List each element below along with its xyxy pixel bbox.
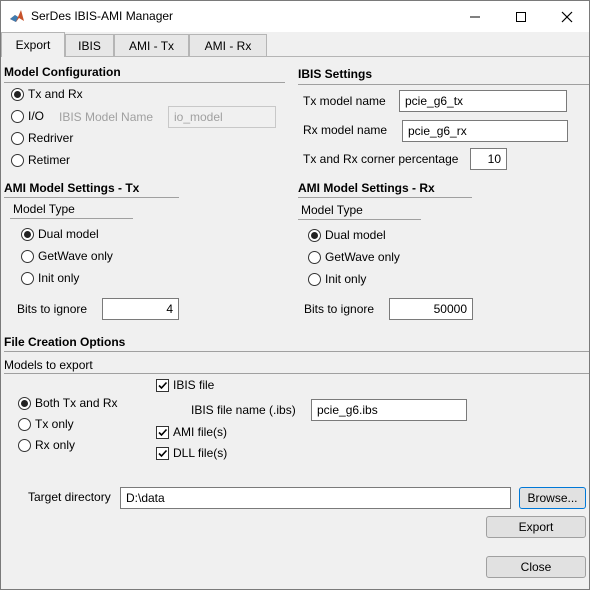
ami-rx-model-type-label: Model Type	[301, 203, 363, 217]
radio-io-label: I/O	[28, 109, 45, 123]
corner-percentage-label: Tx and Rx corner percentage	[303, 152, 459, 166]
ibis-file-label: IBIS file	[173, 378, 215, 392]
radio-retimer[interactable]	[11, 154, 24, 167]
radio-tx-and-rx[interactable]	[11, 88, 24, 101]
close-window-button[interactable]	[544, 1, 589, 32]
ibis-model-name-input[interactable]: io_model	[168, 106, 276, 128]
radio-retimer-label: Retimer	[28, 153, 71, 167]
radio-both-tx-and-rx-label: Both Tx and Rx	[35, 396, 118, 410]
divider	[10, 218, 133, 219]
checkmark-icon	[158, 449, 168, 458]
ami-tx-radio-getwave-only-label: GetWave only	[38, 249, 113, 263]
radio-rx-only-label: Rx only	[35, 438, 76, 452]
divider	[298, 197, 472, 198]
ibis-file-checkbox[interactable]	[156, 379, 169, 392]
ami-rx-radio-dual-model-label: Dual model	[325, 228, 386, 242]
ibis-model-name-label: IBIS Model Name	[59, 110, 154, 124]
tab-ami-rx[interactable]: AMI - Rx	[189, 34, 267, 56]
file-creation-title: File Creation Options	[4, 335, 126, 349]
dll-files-label: DLL file(s)	[173, 446, 228, 460]
tab-strip: Export IBIS AMI - Tx AMI - Rx	[1, 32, 589, 57]
checkmark-icon	[158, 428, 168, 437]
ami-rx-radio-getwave-only[interactable]	[308, 251, 321, 264]
minimize-icon	[470, 16, 480, 17]
rx-model-name-label: Rx model name	[303, 123, 388, 137]
maximize-button[interactable]	[498, 1, 544, 32]
ami-tx-model-type-label: Model Type	[13, 202, 75, 216]
models-to-export-label: Models to export	[4, 358, 93, 372]
ibis-file-name-input[interactable]: pcie_g6.ibs	[311, 399, 467, 421]
radio-redriver[interactable]	[11, 132, 24, 145]
ami-rx-radio-init-only[interactable]	[308, 273, 321, 286]
ami-tx-title: AMI Model Settings - Tx	[4, 181, 140, 195]
tab-export[interactable]: Export	[1, 32, 65, 57]
tx-model-name-label: Tx model name	[303, 94, 386, 108]
minimize-button[interactable]	[452, 1, 498, 32]
radio-io[interactable]	[11, 110, 24, 123]
dll-files-checkbox[interactable]	[156, 447, 169, 460]
model-configuration-title: Model Configuration	[4, 65, 121, 79]
divider	[4, 197, 179, 198]
ami-rx-bits-to-ignore-label: Bits to ignore	[304, 302, 375, 316]
divider	[4, 82, 285, 83]
matlab-app-icon	[10, 10, 24, 22]
ibis-file-name-label: IBIS file name (.ibs)	[191, 403, 296, 417]
checkmark-icon	[158, 381, 168, 390]
radio-both-tx-and-rx[interactable]	[18, 397, 31, 410]
ami-tx-radio-init-only[interactable]	[21, 272, 34, 285]
radio-tx-only[interactable]	[18, 418, 31, 431]
divider	[298, 84, 589, 85]
tab-ami-tx[interactable]: AMI - Tx	[114, 34, 189, 56]
ami-files-label: AMI file(s)	[173, 425, 227, 439]
radio-tx-only-label: Tx only	[35, 417, 74, 431]
corner-percentage-input[interactable]: 10	[470, 148, 507, 170]
ami-files-checkbox[interactable]	[156, 426, 169, 439]
ibis-ami-manager-window: SerDes IBIS-AMI Manager Export IBIS AMI …	[0, 0, 590, 590]
ami-rx-radio-dual-model[interactable]	[308, 229, 321, 242]
ami-tx-bits-to-ignore-input[interactable]: 4	[102, 298, 179, 320]
close-icon	[561, 11, 573, 22]
target-directory-input[interactable]: D:\data	[120, 487, 511, 509]
ami-rx-title: AMI Model Settings - Rx	[298, 181, 435, 195]
ami-tx-radio-dual-model-label: Dual model	[38, 227, 99, 241]
ami-rx-bits-to-ignore-input[interactable]: 50000	[389, 298, 473, 320]
radio-tx-and-rx-label: Tx and Rx	[28, 87, 83, 101]
browse-button[interactable]: Browse...	[519, 487, 586, 509]
tx-model-name-input[interactable]: pcie_g6_tx	[399, 90, 567, 112]
ami-rx-radio-init-only-label: Init only	[325, 272, 367, 286]
ibis-settings-title: IBIS Settings	[298, 67, 373, 81]
tab-ibis[interactable]: IBIS	[65, 34, 114, 56]
divider	[4, 373, 589, 374]
rx-model-name-input[interactable]: pcie_g6_rx	[402, 120, 568, 142]
divider	[4, 351, 589, 352]
maximize-icon	[516, 11, 526, 22]
divider	[298, 219, 421, 220]
close-button[interactable]: Close	[486, 556, 586, 578]
ami-rx-radio-getwave-only-label: GetWave only	[325, 250, 400, 264]
window-title: SerDes IBIS-AMI Manager	[31, 9, 174, 23]
radio-rx-only[interactable]	[18, 439, 31, 452]
ami-tx-bits-to-ignore-label: Bits to ignore	[17, 302, 88, 316]
title-bar: SerDes IBIS-AMI Manager	[1, 1, 589, 32]
ami-tx-radio-init-only-label: Init only	[38, 271, 80, 285]
export-button[interactable]: Export	[486, 516, 586, 538]
radio-redriver-label: Redriver	[28, 131, 74, 145]
ami-tx-radio-dual-model[interactable]	[21, 228, 34, 241]
target-directory-label: Target directory	[28, 490, 111, 504]
ami-tx-radio-getwave-only[interactable]	[21, 250, 34, 263]
